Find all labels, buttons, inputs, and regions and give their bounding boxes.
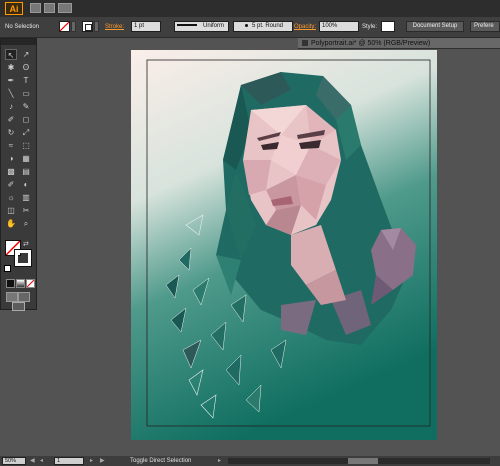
lasso-tool-icon[interactable]: ʘ: [20, 62, 32, 73]
app-bar: Ai: [0, 0, 500, 17]
draw-mode-icon[interactable]: [6, 292, 18, 302]
gradient-tool-icon[interactable]: ▤: [20, 166, 32, 177]
free-transform-tool-icon[interactable]: ⬚: [20, 140, 32, 151]
profile-label: Uniform: [203, 23, 225, 29]
stroke-color-icon[interactable]: [14, 249, 32, 267]
last-artboard-icon[interactable]: ▶: [100, 456, 105, 466]
previous-artboard-icon[interactable]: ◂: [40, 456, 43, 466]
symbol-sprayer-tool-icon[interactable]: ☼: [5, 192, 17, 203]
pen-tool-icon[interactable]: ✒: [5, 75, 17, 86]
zoom-tool-icon[interactable]: ⌕: [20, 218, 32, 229]
none-mode-icon[interactable]: [26, 279, 35, 288]
default-colors-icon[interactable]: [4, 265, 11, 272]
blob-brush-tool-icon[interactable]: ✐: [5, 114, 17, 125]
eyedropper-tool-icon[interactable]: ✐: [5, 179, 17, 190]
status-message: Toggle Direct Selection: [130, 458, 192, 464]
tools-panel: ↖ ↗ ✱ ʘ ✒ T ╲ ▭ ♪ ✎ ✐ ◻ ↻ ⤢ ≈ ⬚ ◑ ▦ ▩ ▤ ✐ ◐ ☼ ▥ ◫ ✂ ✋ ⌕ ⇄: [0, 38, 37, 311]
stroke-weight-field[interactable]: 1 pt: [131, 21, 161, 32]
arrange-documents-icon[interactable]: [44, 3, 55, 13]
workspace-switcher-icon[interactable]: [58, 3, 72, 13]
variable-width-profile[interactable]: Uniform: [174, 21, 229, 32]
mesh-tool-icon[interactable]: ▩: [5, 166, 17, 177]
canvas-area[interactable]: Polyportrait.ai* @ 50% (RGB/Preview): [38, 38, 500, 456]
stroke-label[interactable]: Stroke:: [105, 17, 124, 37]
draw-behind-icon[interactable]: [18, 292, 30, 302]
horizontal-scrollbar[interactable]: [228, 458, 490, 464]
graphic-style-swatch[interactable]: [381, 21, 395, 32]
brush-label: 5 pt. Round: [251, 23, 284, 29]
screen-mode-icon[interactable]: [12, 302, 25, 311]
scale-tool-icon[interactable]: ⤢: [20, 127, 32, 138]
document-title: Polyportrait.ai* @ 50% (RGB/Preview): [311, 40, 431, 47]
paintbrush-tool-icon[interactable]: ♪: [5, 101, 17, 112]
status-bar: 50% ◀ ◂ 1 ▸ ▶ Toggle Direct Selection ▸: [0, 456, 500, 466]
pencil-tool-icon[interactable]: ✎: [20, 101, 32, 112]
fill-swatch[interactable]: [59, 21, 70, 32]
direct-selection-tool-icon[interactable]: ↗: [20, 49, 32, 60]
artboard[interactable]: [131, 50, 437, 440]
fill-dropdown-icon[interactable]: [71, 21, 76, 32]
document-tab[interactable]: Polyportrait.ai* @ 50% (RGB/Preview): [298, 38, 500, 49]
illustrator-logo: Ai: [5, 2, 23, 15]
tools-panel-header[interactable]: [1, 39, 36, 45]
shape-builder-tool-icon[interactable]: ◑: [5, 153, 17, 164]
stroke-swatch[interactable]: [82, 21, 93, 32]
swap-fill-stroke-icon[interactable]: ⇄: [23, 240, 29, 248]
artboard-number-field[interactable]: 1: [54, 457, 84, 465]
rotate-tool-icon[interactable]: ↻: [5, 127, 17, 138]
zoom-field[interactable]: 50%: [2, 457, 26, 465]
eraser-tool-icon[interactable]: ◻: [20, 114, 32, 125]
stroke-dropdown-icon[interactable]: [94, 21, 99, 32]
slice-tool-icon[interactable]: ✂: [20, 205, 32, 216]
document-setup-button[interactable]: Document Setup: [406, 21, 464, 32]
type-tool-icon[interactable]: T: [20, 75, 32, 86]
width-tool-icon[interactable]: ≈: [5, 140, 17, 151]
gradient-mode-icon[interactable]: [16, 279, 25, 288]
hand-tool-icon[interactable]: ✋: [5, 218, 17, 229]
scrollbar-thumb[interactable]: [348, 458, 378, 464]
next-artboard-icon[interactable]: ▸: [90, 456, 93, 466]
opacity-field[interactable]: 100%: [319, 21, 359, 32]
magic-wand-tool-icon[interactable]: ✱: [5, 62, 17, 73]
first-artboard-icon[interactable]: ◀: [30, 456, 35, 466]
preferences-button[interactable]: Prefere: [470, 21, 500, 32]
selection-tool-icon[interactable]: ↖: [5, 49, 17, 60]
blend-tool-icon[interactable]: ◐: [20, 179, 32, 190]
opacity-label[interactable]: Opacity:: [294, 17, 316, 37]
selection-status: No Selection: [5, 24, 40, 30]
style-label: Style:: [362, 24, 378, 30]
rectangle-tool-icon[interactable]: ▭: [20, 88, 32, 99]
color-mode-icon[interactable]: [6, 279, 15, 288]
brush-definition[interactable]: 5 pt. Round: [233, 21, 293, 32]
status-menu-icon[interactable]: ▸: [218, 456, 221, 466]
close-tab-icon[interactable]: [302, 40, 308, 47]
perspective-grid-tool-icon[interactable]: ▦: [20, 153, 32, 164]
bridge-icon[interactable]: [30, 3, 41, 13]
artboard-tool-icon[interactable]: ◫: [5, 205, 17, 216]
line-tool-icon[interactable]: ╲: [5, 88, 17, 99]
control-bar: No Selection Stroke: 1 pt Uniform 5 pt. …: [0, 17, 500, 38]
column-graph-tool-icon[interactable]: ▥: [20, 192, 32, 203]
